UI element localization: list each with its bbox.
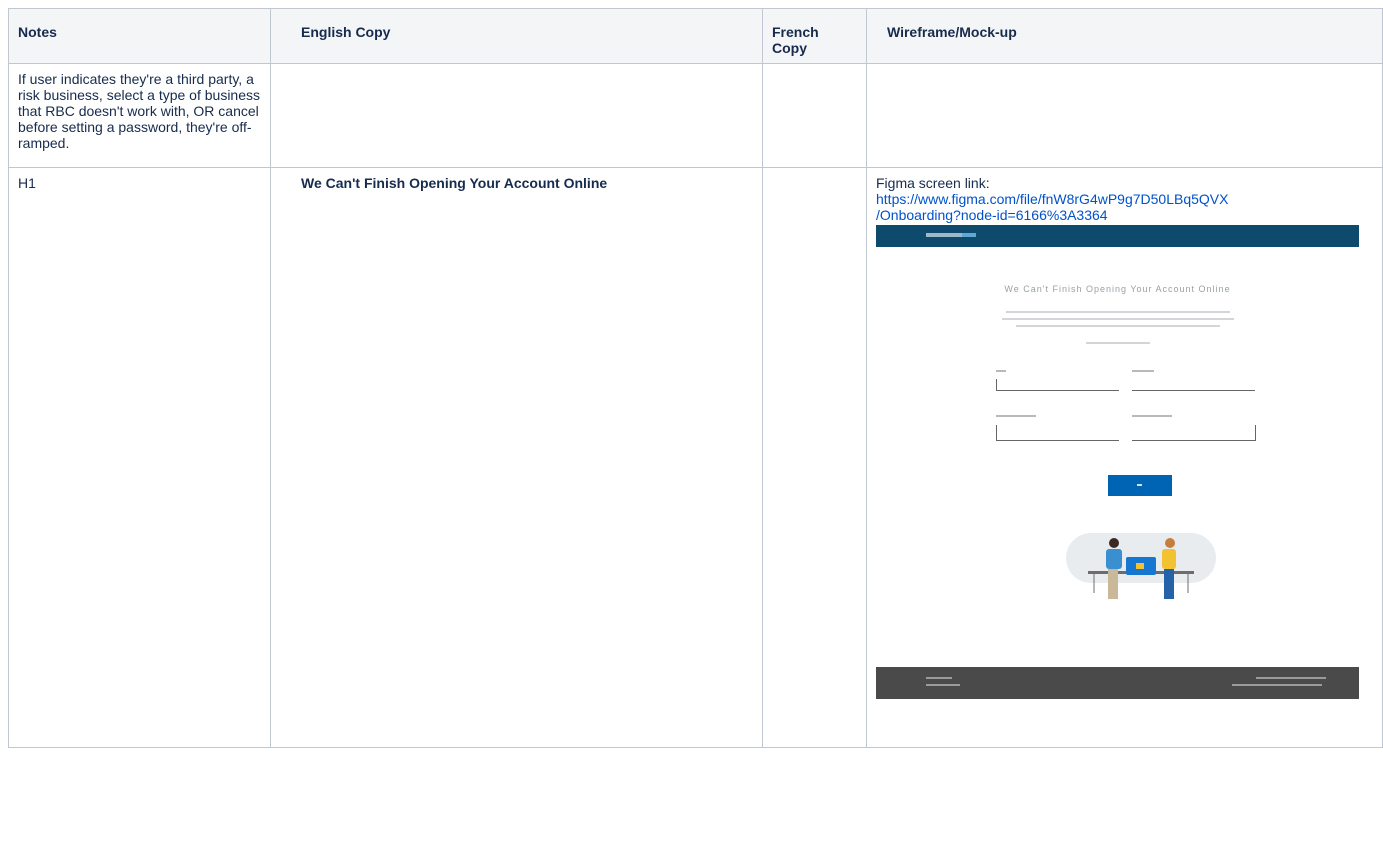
mockup-input-field <box>1132 379 1255 391</box>
table-header-row: Notes English Copy French Copy Wireframe… <box>8 8 1383 64</box>
mockup-logo <box>926 233 962 237</box>
mockup-footer-line <box>1256 677 1326 679</box>
mockup-footer-line <box>926 677 952 679</box>
header-wireframe: Wireframe/Mock-up <box>866 8 1383 64</box>
english-copy-cell: We Can't Finish Opening Your Account Onl… <box>270 167 763 748</box>
h1-copy-text: We Can't Finish Opening Your Account Onl… <box>301 175 608 191</box>
mockup-input-field <box>1132 425 1256 441</box>
mockup-title: We Can't Finish Opening Your Account Onl… <box>1004 284 1231 294</box>
english-copy-cell <box>270 63 763 168</box>
header-notes: Notes <box>8 8 271 64</box>
mockup-field-label <box>996 370 1006 372</box>
mockup-footer-line <box>1232 684 1322 686</box>
header-french-copy: French Copy <box>762 8 867 64</box>
wireframe-mockup-image: We Can't Finish Opening Your Account Onl… <box>876 225 1359 701</box>
notes-cell: If user indicates they're a third party,… <box>8 63 271 168</box>
mockup-submit-button <box>1108 475 1172 496</box>
figma-link-line-2: /Onboarding?node-id=6166%3A3364 <box>876 207 1108 223</box>
mockup-field-label <box>1132 370 1154 372</box>
mockup-footer-line <box>926 684 960 686</box>
mockup-field-label <box>996 415 1036 417</box>
mockup-text-line <box>1086 342 1150 344</box>
mockup-field-label <box>1132 415 1172 417</box>
table-row: If user indicates they're a third party,… <box>8 63 1383 168</box>
mockup-input-field <box>996 379 1119 391</box>
mockup-illustration <box>1066 533 1216 599</box>
spec-table: Notes English Copy French Copy Wireframe… <box>8 8 1383 748</box>
wireframe-cell <box>866 63 1383 168</box>
mockup-text-line <box>1006 311 1230 313</box>
figma-link[interactable]: https://www.figma.com/file/fnW8rG4wP9g7D… <box>876 191 1228 223</box>
mockup-text-line <box>1002 318 1234 320</box>
table-row: H1 We Can't Finish Opening Your Account … <box>8 167 1383 748</box>
figma-link-label: Figma screen link: <box>876 175 990 191</box>
notes-cell: H1 <box>8 167 271 748</box>
french-copy-cell <box>762 167 867 748</box>
mockup-logo-accent <box>962 233 976 237</box>
figma-link-line-1: https://www.figma.com/file/fnW8rG4wP9g7D… <box>876 191 1229 207</box>
mockup-input-field <box>996 425 1119 441</box>
header-english-copy: English Copy <box>270 8 763 64</box>
mockup-footer <box>876 667 1359 699</box>
mockup-text-line <box>1016 325 1220 327</box>
mockup-header-bar <box>876 225 1359 247</box>
wireframe-cell: Figma screen link: https://www.figma.com… <box>866 167 1383 748</box>
french-copy-cell <box>762 63 867 168</box>
